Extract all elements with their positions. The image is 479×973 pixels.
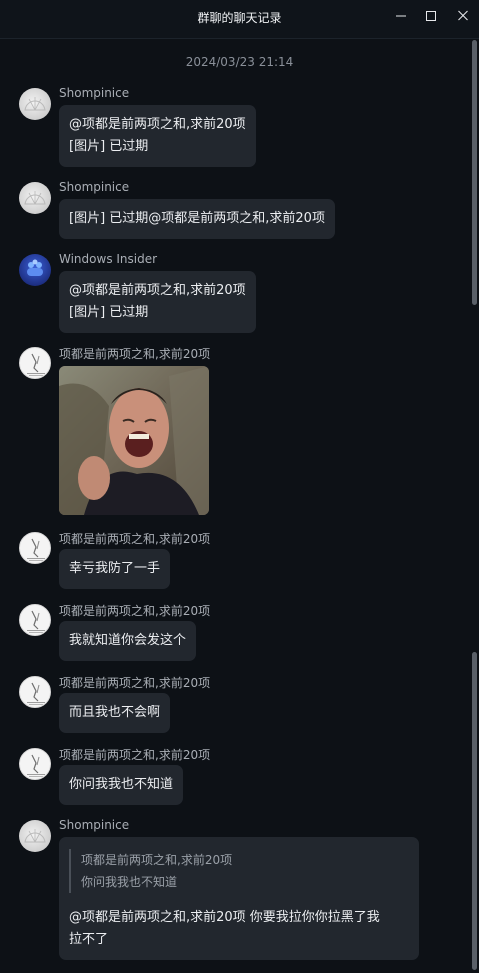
message-text: 你问我我也不知道	[69, 777, 174, 792]
message-bubble[interactable]: [图片] 已过期@项都是前两项之和,求前20项	[59, 199, 335, 239]
note-avatar	[27, 353, 45, 376]
laughing-man-photo	[59, 366, 209, 515]
close-icon	[458, 10, 468, 21]
note-avatar	[27, 610, 45, 633]
scrollbar-thumb[interactable]	[472, 652, 477, 970]
note-avatar	[27, 754, 45, 777]
note-avatar	[27, 538, 45, 561]
title-bar: 群聊的聊天记录	[0, 0, 479, 39]
avatar[interactable]	[19, 676, 51, 708]
message-text: @项都是前两项之和,求前20项 你要我拉你你拉黑了我	[69, 910, 380, 925]
sender-name: 项都是前两项之和,求前20项	[59, 604, 211, 618]
message-bubble[interactable]: 我就知道你会发这个	[59, 621, 197, 661]
avatar[interactable]	[19, 88, 51, 120]
sender-name: Shompinice	[59, 818, 130, 832]
message-text: 我就知道你会发这个	[69, 633, 187, 648]
sender-name: 项都是前两项之和,求前20项	[59, 532, 211, 546]
sender-name: 项都是前两项之和,求前20项	[59, 347, 211, 361]
avatar[interactable]	[19, 604, 51, 636]
minimize-button[interactable]	[386, 3, 416, 25]
avatar[interactable]	[19, 532, 51, 564]
avatar[interactable]	[19, 748, 51, 780]
message-text: 幸亏我防了一手	[69, 561, 161, 576]
quote-text: 你问我我也不知道	[81, 875, 178, 889]
avatar[interactable]	[19, 347, 51, 379]
maximize-icon	[426, 11, 436, 21]
avatar[interactable]	[19, 254, 51, 286]
message-text: 拉不了	[69, 932, 109, 947]
message-text: 而且我也不会啊	[69, 705, 161, 720]
sender-name: 项都是前两项之和,求前20项	[59, 676, 211, 690]
close-button[interactable]	[448, 3, 478, 25]
message-bubble[interactable]: @项都是前两项之和,求前20项 [图片] 已过期	[59, 271, 256, 333]
quote-author: 项都是前两项之和,求前20项	[81, 853, 233, 867]
sender-name: Windows Insider	[59, 252, 158, 266]
message-text: @项都是前两项之和,求前20项	[69, 283, 246, 298]
message-bubble[interactable]: 而且我也不会啊	[59, 693, 171, 733]
message-text: [图片] 已过期	[69, 139, 149, 154]
sender-name: Shompinice	[59, 180, 130, 194]
chat-timestamp: 2024/03/23 21:14	[185, 55, 294, 69]
message-bubble[interactable]: 幸亏我防了一手	[59, 549, 171, 589]
message-bubble[interactable]: 你问我我也不知道	[59, 765, 184, 805]
message-text: [图片] 已过期	[69, 305, 149, 320]
message-text: [图片] 已过期@项都是前两项之和,求前20项	[69, 211, 325, 226]
windows-insider-avatar	[27, 259, 43, 276]
sender-name: 项都是前两项之和,求前20项	[59, 748, 211, 762]
avatar[interactable]	[19, 182, 51, 214]
note-avatar	[27, 682, 45, 705]
image-message[interactable]	[59, 366, 209, 515]
shell-avatar	[24, 829, 46, 843]
minimize-icon	[396, 15, 406, 17]
shell-avatar	[24, 191, 46, 205]
message-bubble[interactable]: @项都是前两项之和,求前20项 [图片] 已过期	[59, 105, 256, 167]
message-text: @项都是前两项之和,求前20项	[69, 117, 246, 132]
sender-name: Shompinice	[59, 86, 130, 100]
scrollbar-thumb[interactable]	[472, 40, 477, 305]
shell-avatar	[24, 97, 46, 111]
message-bubble[interactable]: 项都是前两项之和,求前20项 你问我我也不知道 @项都是前两项之和,求前20项 …	[59, 837, 419, 960]
avatar[interactable]	[19, 820, 51, 852]
maximize-button[interactable]	[416, 3, 446, 25]
quoted-message[interactable]: 项都是前两项之和,求前20项 你问我我也不知道	[69, 849, 409, 893]
